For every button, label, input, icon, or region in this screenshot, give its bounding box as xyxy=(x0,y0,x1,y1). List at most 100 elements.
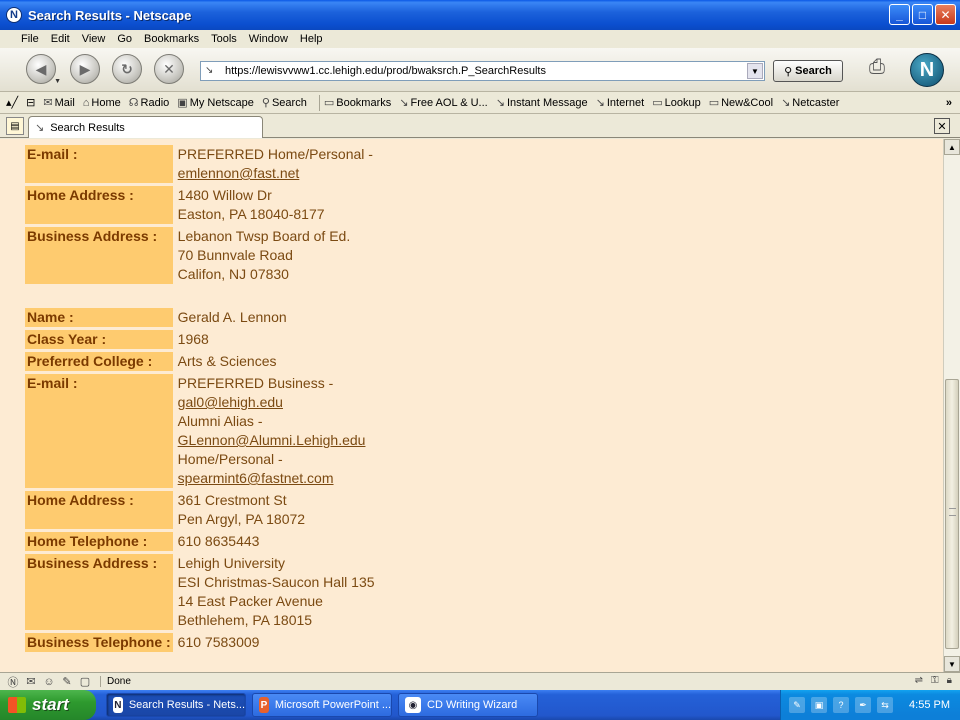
menu-help[interactable]: Help xyxy=(299,33,324,45)
composer-icon[interactable]: ✎ xyxy=(58,675,76,688)
reload-icon: ↻ xyxy=(121,60,133,77)
reload-button[interactable]: ↻ xyxy=(112,54,142,84)
email-link[interactable]: spearmint6@fastnet.com xyxy=(178,469,434,488)
taskbar-item-powerpoint[interactable]: P Microsoft PowerPoint ... xyxy=(252,693,392,717)
value-line: Arts & Sciences xyxy=(177,353,277,369)
menu-tools[interactable]: Tools xyxy=(210,33,238,45)
netscape-app-icon[interactable]: N xyxy=(6,7,22,23)
email-link[interactable]: GLennon@Alumni.Lehigh.edu xyxy=(178,431,434,450)
start-label: start xyxy=(32,695,69,714)
value-line: PREFERRED Home/Personal - xyxy=(177,146,373,162)
field-label: Preferred College : xyxy=(25,352,173,371)
toolbar-item-bookmarks[interactable]: ▭ Bookmarks xyxy=(324,96,391,110)
aim-icon[interactable]: ☺ xyxy=(40,676,58,688)
toolbar-item-instant-message[interactable]: ↘ Instant Message xyxy=(496,96,588,110)
scrollbar-grip-icon xyxy=(949,508,956,516)
field-label: E-mail : xyxy=(25,374,173,488)
network-icon[interactable]: ⇆ xyxy=(877,697,893,713)
new-tab-icon[interactable]: ⊟ xyxy=(26,96,35,109)
address-book-icon[interactable]: ▢ xyxy=(76,675,94,688)
scrollbar-thumb[interactable] xyxy=(945,379,959,649)
record-spacer xyxy=(25,287,436,305)
value-line: 610 8635443 xyxy=(177,533,260,549)
status-text: Done xyxy=(100,676,131,687)
toolbar-item-free-aol[interactable]: ↘ Free AOL & U... xyxy=(399,96,487,110)
url-bar[interactable]: ↘ https://lewisvvww1.cc.lehigh.edu/prod/… xyxy=(200,61,765,81)
minimize-button[interactable]: _ xyxy=(889,4,910,25)
system-tray: ✎ ▣ ? ✒ ⇆ 4:55 PM xyxy=(780,690,960,720)
pen-icon[interactable]: ✒ xyxy=(855,697,871,713)
netscape-logo[interactable]: N xyxy=(910,53,944,87)
menu-window[interactable]: Window xyxy=(248,33,289,45)
value-line: Lebanon Twsp Board of Ed. xyxy=(177,228,351,244)
url-text[interactable]: https://lewisvvww1.cc.lehigh.edu/prod/bw… xyxy=(225,65,747,77)
field-label: E-mail : xyxy=(25,145,173,183)
field-label: Home Telephone : xyxy=(25,532,173,551)
online-status-icon[interactable]: ⇌ xyxy=(915,675,923,686)
url-history-dropdown-icon[interactable]: ▼ xyxy=(747,63,763,79)
menu-view[interactable]: View xyxy=(81,33,107,45)
value-line: Pen Argyl, PA 18072 xyxy=(177,511,306,527)
stop-icon: ✕ xyxy=(163,60,175,77)
stop-button[interactable]: ✕ xyxy=(154,54,184,84)
toolbar-item-mail[interactable]: ✉ Mail xyxy=(43,96,75,110)
taskbar-item-cd-writing-wizard[interactable]: ◉ CD Writing Wizard xyxy=(398,693,538,717)
back-button[interactable]: ◀ ▼ xyxy=(26,54,61,85)
table-row: Class Year :1968 xyxy=(25,330,436,349)
forward-button[interactable]: ▶ xyxy=(70,54,100,84)
sidebar-toggle-icon[interactable]: ▤ xyxy=(6,117,24,135)
value-line: Alumni Alias - xyxy=(177,413,263,429)
email-link[interactable]: emlennon@fast.net xyxy=(178,164,434,183)
tab-search-results[interactable]: ↘ Search Results xyxy=(28,116,263,138)
close-button[interactable]: ✕ xyxy=(935,4,956,25)
toolbar-item-radio[interactable]: ☊ Radio xyxy=(129,96,170,110)
table-row: Business Address : Lehigh University ESI C… xyxy=(25,554,436,630)
email-link[interactable]: gal0@lehigh.edu xyxy=(178,393,434,412)
navigator-icon[interactable]: Ⓝ xyxy=(4,674,22,690)
toolbar-item-my-netscape[interactable]: ▣ My Netscape xyxy=(177,96,254,110)
mail-icon: ✉ xyxy=(43,97,53,109)
value-line: PREFERRED Business - xyxy=(177,375,334,391)
toolbar-item-new-cool[interactable]: ▭ New&Cool xyxy=(709,96,773,110)
back-dropdown-icon[interactable]: ▼ xyxy=(54,78,61,85)
scroll-down-arrow-icon[interactable]: ▼ xyxy=(944,656,960,672)
toolbar-item-label: Internet xyxy=(606,96,645,109)
clock[interactable]: 4:55 PM xyxy=(909,699,950,711)
field-value: Lebanon Twsp Board of Ed. 70 Bunnvale Roa… xyxy=(176,227,436,284)
link-icon: ↘ xyxy=(399,97,409,109)
toolbar-item-home[interactable]: ⌂ Home xyxy=(83,97,121,109)
toolbar-item-label: Mail xyxy=(54,96,75,109)
toolbar-grip-icon: ▴╱ xyxy=(6,97,19,109)
toolbar-item-internet[interactable]: ↘ Internet xyxy=(596,96,645,110)
display-icon[interactable]: ▣ xyxy=(811,697,827,713)
security-icon[interactable]: ⚿ xyxy=(931,675,939,686)
field-label: Name : xyxy=(25,308,173,327)
toolbar-item-label: My Netscape xyxy=(189,96,254,109)
mail-icon[interactable]: ✉ xyxy=(22,675,40,688)
lock-icon[interactable]: 🔒︎ xyxy=(947,675,952,686)
tool-icon[interactable]: ✎ xyxy=(789,697,805,713)
close-tab-button[interactable]: ✕ xyxy=(934,118,950,134)
menu-go[interactable]: Go xyxy=(116,33,133,45)
vertical-scrollbar[interactable]: ▲ ▼ xyxy=(943,139,960,672)
start-button[interactable]: start xyxy=(0,690,96,720)
scroll-up-arrow-icon[interactable]: ▲ xyxy=(944,139,960,155)
help-icon[interactable]: ? xyxy=(833,697,849,713)
toolbar-overflow-chevron-icon[interactable]: » xyxy=(946,97,952,109)
table-row: Home Telephone :610 8635443 xyxy=(25,532,436,551)
status-bar: Ⓝ ✉ ☺ ✎ ▢ Done ⇌ ⚿ 🔒︎ xyxy=(0,672,960,690)
field-value: 1480 Willow Dr Easton, PA 18040-8177 xyxy=(176,186,436,224)
taskbar-item-netscape[interactable]: N Search Results - Nets... xyxy=(106,693,246,717)
title-bar[interactable]: N Search Results - Netscape _ □ ✕ xyxy=(0,0,960,30)
toolbar-item-netcaster[interactable]: ↘ Netcaster xyxy=(781,96,839,110)
menu-file[interactable]: File xyxy=(20,33,40,45)
table-row: Home Address :361 Crestmont St Pen Argyl,… xyxy=(25,491,436,529)
toolbar-item-search[interactable]: ⚲ Search xyxy=(262,96,307,110)
toolbar-item-lookup[interactable]: ▭ Lookup xyxy=(652,96,701,110)
menu-edit[interactable]: Edit xyxy=(50,33,71,45)
search-button[interactable]: ⚲ Search xyxy=(773,60,843,82)
menu-bookmarks[interactable]: Bookmarks xyxy=(143,33,200,45)
print-icon[interactable]: ⎙ xyxy=(862,56,892,82)
table-row: Business Telephone :610 7583009 xyxy=(25,633,436,652)
maximize-button[interactable]: □ xyxy=(912,4,933,25)
